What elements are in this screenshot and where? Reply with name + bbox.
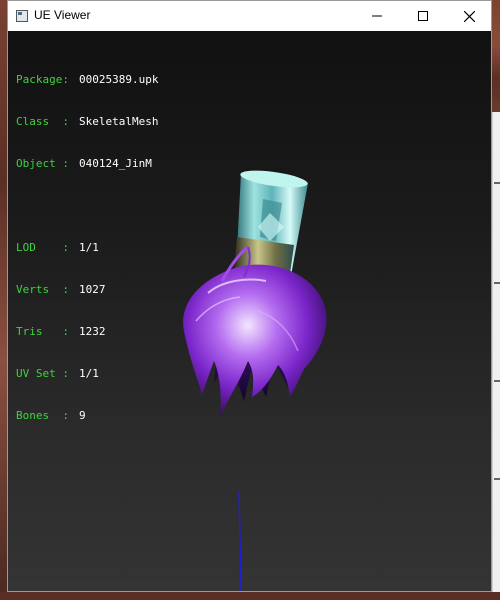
mesh-render <box>183 170 327 591</box>
window-title: UE Viewer <box>34 8 91 22</box>
ue-viewer-window: UE Viewer Package: 00025389.upk Class : Sk… <box>7 0 492 592</box>
app-icon <box>16 10 28 22</box>
axis-line <box>238 490 242 591</box>
desktop-background-bottom <box>0 592 500 600</box>
minimize-button[interactable] <box>354 1 400 31</box>
close-button[interactable] <box>446 1 492 31</box>
hair-part <box>183 264 327 417</box>
cylinder-part <box>234 170 308 281</box>
desktop-background-right <box>492 0 500 112</box>
minimize-icon <box>372 15 382 17</box>
close-icon <box>463 10 475 22</box>
3d-viewport[interactable]: Package: 00025389.upk Class : SkeletalMesh… <box>8 31 491 591</box>
maximize-icon <box>418 11 428 21</box>
maximize-button[interactable] <box>400 1 446 31</box>
title-bar[interactable]: UE Viewer <box>8 1 491 31</box>
background-window-edge <box>492 112 500 600</box>
